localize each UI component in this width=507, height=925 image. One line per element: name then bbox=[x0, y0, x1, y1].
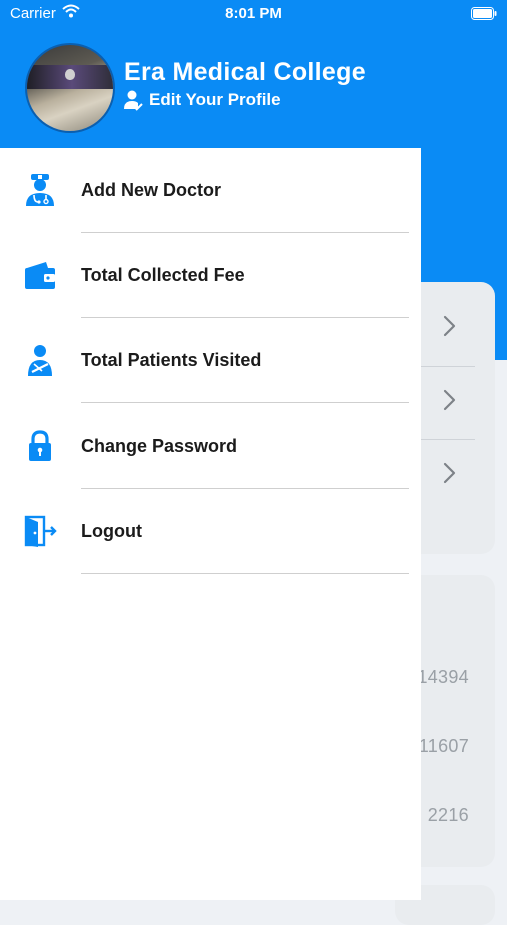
divider bbox=[81, 573, 409, 574]
menu-item-change-password[interactable]: Change Password bbox=[0, 404, 421, 489]
menu-item-label: Add New Doctor bbox=[81, 180, 222, 200]
chevron-right-icon[interactable] bbox=[437, 387, 463, 413]
edit-profile-link[interactable]: Edit Your Profile bbox=[123, 89, 281, 111]
logout-icon bbox=[24, 515, 57, 547]
edit-profile-label: Edit Your Profile bbox=[149, 90, 281, 109]
patient-icon bbox=[28, 345, 52, 376]
chevron-right-icon[interactable] bbox=[437, 313, 463, 339]
college-name: Era Medical College bbox=[124, 58, 366, 86]
menu-item-add-new-doctor[interactable]: Add New Doctor bbox=[0, 148, 421, 233]
chevron-right-icon[interactable] bbox=[437, 460, 463, 486]
divider bbox=[81, 402, 409, 403]
stat-value: 2216 bbox=[427, 805, 469, 825]
menu-item-label: Change Password bbox=[81, 436, 238, 456]
menu-item-total-patients-visited[interactable]: Total Patients Visited bbox=[0, 318, 421, 403]
menu-item-logout[interactable]: Logout bbox=[0, 489, 421, 574]
status-time: 8:01 PM bbox=[225, 5, 282, 22]
menu-item-total-collected-fee[interactable]: Total Collected Fee bbox=[0, 233, 421, 318]
stat-value: 14394 bbox=[417, 667, 469, 687]
avatar[interactable] bbox=[25, 43, 115, 133]
menu-item-label: Logout bbox=[81, 521, 142, 541]
navigation-drawer: Era Medical College Edit Your Profile Ad… bbox=[0, 0, 421, 900]
menu-item-label: Total Collected Fee bbox=[81, 265, 245, 285]
status-bar: Carrier 8:01 PM bbox=[0, 0, 507, 28]
doctor-icon bbox=[26, 174, 54, 206]
wallet-icon bbox=[25, 262, 55, 289]
stat-value: 11607 bbox=[418, 736, 469, 756]
lock-icon bbox=[29, 430, 51, 461]
battery-icon bbox=[471, 7, 497, 20]
user-edit-icon bbox=[124, 90, 143, 111]
menu-item-label: Total Patients Visited bbox=[81, 350, 262, 370]
